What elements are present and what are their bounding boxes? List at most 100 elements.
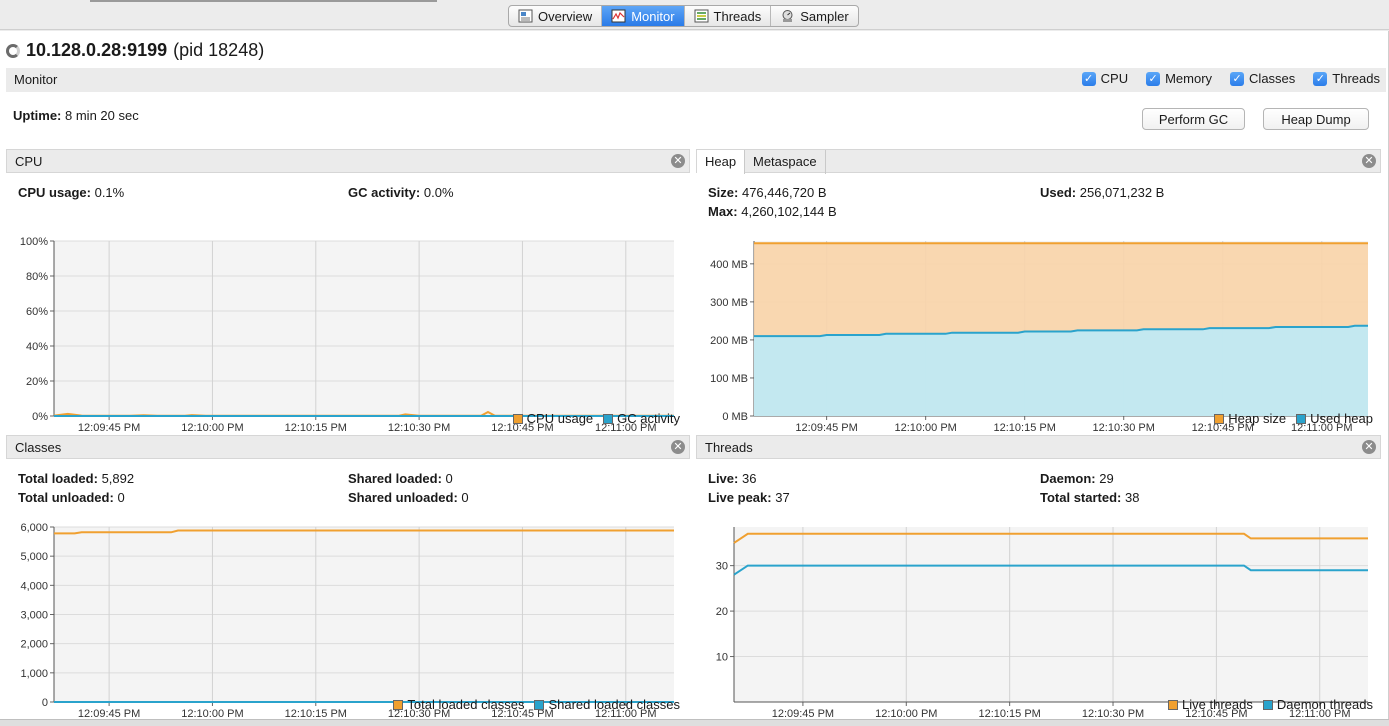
perform-gc-button[interactable]: Perform GC <box>1142 108 1245 130</box>
tab-monitor[interactable]: Monitor <box>602 6 685 26</box>
tab-threads-label: Threads <box>713 8 762 24</box>
legend-daemon-threads: Daemon threads <box>1262 697 1373 712</box>
y-tick-label: 100 MB <box>710 373 748 385</box>
process-id: (pid 18248) <box>173 40 265 60</box>
x-tick-label: 12:09:45 PM <box>795 422 857 434</box>
legend-swatch-orange <box>512 413 523 424</box>
y-tick-label: 0 <box>42 697 48 709</box>
chart-axes: 10203012:09:45 PM 12:10:00 PM 12:10:15 PM 1… <box>716 527 1368 720</box>
cpu-legend: CPU usage GC activity <box>512 411 680 426</box>
y-tick-label: 3,000 <box>20 610 48 622</box>
tab-overview[interactable]: Overview <box>509 6 603 26</box>
legend-swatch-orange <box>393 699 404 710</box>
legend-shared-loaded: Shared loaded classes <box>534 697 680 712</box>
view-tabs: Overview Monitor Threads Sampler <box>508 5 859 27</box>
toggle-memory[interactable]: ✓ Memory <box>1146 71 1212 86</box>
legend-total-loaded: Total loaded classes <box>393 697 524 712</box>
monitor-view: 10.128.0.28:9199 (pid 18248) Monitor ✓ CP… <box>0 31 1389 720</box>
plot-area <box>734 527 1368 702</box>
legend-swatch-blue <box>534 699 545 710</box>
legend-live-threads-label: Live threads <box>1182 697 1253 712</box>
heap-chart: 0 MB 100 MB 200 MB 300 MB 400 MB 12:09:45 PM 1… <box>710 241 1368 434</box>
y-tick-label: 200 MB <box>710 335 748 347</box>
y-tick-label: 20 <box>716 606 728 618</box>
host-address: 10.128.0.28:9199 <box>26 40 168 60</box>
uptime: Uptime: 8 min 20 sec <box>13 108 139 123</box>
threads-chart: 10203012:09:45 PM 12:10:00 PM 12:10:15 PM 1… <box>716 527 1368 720</box>
legend-shared-loaded-label: Shared loaded classes <box>548 697 680 712</box>
y-tick-label: 80% <box>26 271 48 283</box>
y-tick-label: 20% <box>26 376 48 388</box>
x-tick-label: 12:10:00 PM <box>181 422 243 434</box>
legend-daemon-threads-label: Daemon threads <box>1276 697 1373 712</box>
x-tick-label: 12:10:30 PM <box>1093 422 1155 434</box>
legend-gc-activity: GC activity <box>603 411 680 426</box>
toggle-threads-label: Threads <box>1332 71 1380 86</box>
legend-used-heap-label: Used heap <box>1310 411 1373 426</box>
legend-heap-size-label: Heap size <box>1228 411 1287 426</box>
x-tick-label: 12:10:00 PM <box>894 422 956 434</box>
toolbar: Overview Monitor Threads Sampler <box>0 0 1389 30</box>
toggle-classes[interactable]: ✓ Classes <box>1230 71 1295 86</box>
x-tick-label: 12:10:15 PM <box>994 422 1056 434</box>
loading-spinner-icon <box>6 43 20 58</box>
y-tick-label: 0 MB <box>722 411 748 423</box>
legend-live-threads: Live threads <box>1168 697 1253 712</box>
toggle-memory-label: Memory <box>1165 71 1213 86</box>
x-tick-label: 12:10:30 PM <box>388 422 450 434</box>
legend-used-heap: Used heap <box>1296 411 1373 426</box>
checkbox-checked-icon: ✓ <box>1313 71 1328 86</box>
tab-sampler[interactable]: Sampler <box>771 6 857 26</box>
y-tick-label: 5,000 <box>20 551 48 563</box>
x-tick-label: 12:09:45 PM <box>78 422 140 434</box>
legend-swatch-orange <box>1168 699 1179 710</box>
y-tick-label: 30 <box>716 561 728 573</box>
tab-sampler-label: Sampler <box>800 8 849 24</box>
heap-legend: Heap size Used heap <box>1214 411 1373 426</box>
y-tick-label: 0% <box>32 411 48 423</box>
heap-dump-button[interactable]: Heap Dump <box>1263 108 1369 130</box>
x-tick-label: 12:10:15 PM <box>285 422 347 434</box>
legend-swatch-blue <box>603 413 614 424</box>
monitor-header: Monitor ✓ CPU ✓ Memory ✓ Classes ✓ Threads <box>6 68 1386 92</box>
legend-total-loaded-label: Total loaded classes <box>407 697 525 712</box>
classes-panel: Classes ✕ Total loaded: 5,892 Total unlo… <box>6 435 690 720</box>
toggle-threads[interactable]: ✓ Threads <box>1313 71 1380 86</box>
toggle-cpu[interactable]: ✓ CPU <box>1081 71 1128 86</box>
y-tick-label: 2,000 <box>20 639 48 651</box>
sampler-icon <box>782 10 793 22</box>
chart-axes: 0% 20% 40% 60% 80% 100% 12:09:45 PM 12:10:00 PM… <box>20 236 674 434</box>
legend-heap-size: Heap size <box>1214 411 1286 426</box>
legend-gc-activity-label: GC activity <box>617 411 680 426</box>
legend-swatch-orange <box>1214 413 1225 424</box>
page-title: 10.128.0.28:9199 (pid 18248) <box>6 40 264 61</box>
toggle-classes-label: Classes <box>1249 71 1296 86</box>
y-tick-label: 400 MB <box>710 259 748 271</box>
window-edge-line <box>90 0 437 2</box>
tab-threads[interactable]: Threads <box>685 6 772 26</box>
checkbox-checked-icon: ✓ <box>1146 71 1161 86</box>
threads-icon <box>694 9 709 23</box>
overview-icon <box>518 9 533 23</box>
legend-swatch-blue <box>1262 699 1273 710</box>
cpu-chart: 0% 20% 40% 60% 80% 100% 12:09:45 PM 12:10:00 PM… <box>20 236 674 434</box>
chart-axes: 01,0002,0003,0004,0005,0006,00012:09:45 … <box>20 522 674 720</box>
memory-panel: Heap Metaspace ✕ Size: 476,446,720 B Max… <box>696 149 1381 434</box>
checkbox-checked-icon: ✓ <box>1081 71 1096 86</box>
view-toggles: ✓ CPU ✓ Memory ✓ Classes ✓ Threads <box>1081 71 1380 86</box>
threads-panel: Threads ✕ Live: 36 Live peak: 37 Daemon:… <box>696 435 1381 720</box>
plot-area <box>54 241 674 416</box>
threads-legend: Live threads Daemon threads <box>1168 697 1373 712</box>
cpu-panel: CPU ✕ CPU usage: 0.1% GC activity: 0.0% … <box>6 149 690 434</box>
y-tick-label: 300 MB <box>710 297 748 309</box>
uptime-value: 8 min 20 sec <box>65 108 139 123</box>
y-tick-label: 40% <box>26 341 48 353</box>
legend-cpu-usage: CPU usage <box>512 411 593 426</box>
tab-monitor-label: Monitor <box>631 8 675 24</box>
tab-overview-label: Overview <box>538 8 593 24</box>
classes-chart: 01,0002,0003,0004,0005,0006,00012:09:45 … <box>20 522 674 720</box>
y-tick-label: 4,000 <box>20 580 48 592</box>
legend-swatch-blue <box>1296 413 1307 424</box>
y-tick-label: 60% <box>26 306 48 318</box>
series-area-used-heap <box>754 325 1368 416</box>
